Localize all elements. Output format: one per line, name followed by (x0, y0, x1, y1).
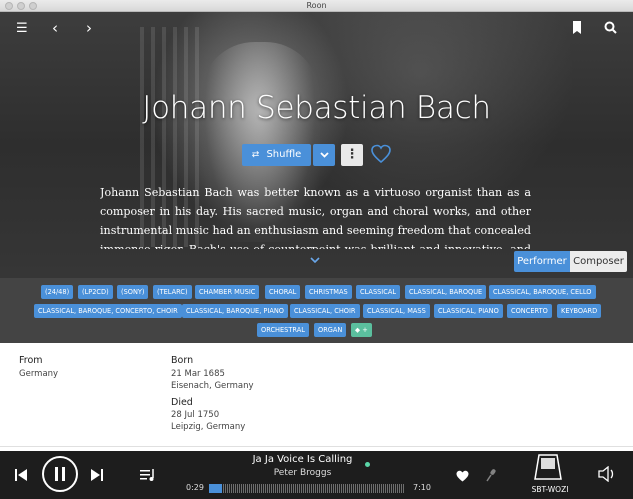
expand-bio-chevron-icon[interactable] (310, 255, 320, 266)
born-date: 21 Mar 1685 (171, 369, 225, 379)
window-titlebar: Roon (0, 0, 633, 12)
born-place: Eisenach, Germany (171, 381, 254, 391)
heart-icon (371, 144, 391, 164)
forward-icon[interactable]: › (86, 20, 92, 36)
born-label: Born (171, 355, 194, 366)
tag[interactable]: CLASSICAL, BAROQUE, PIANO (182, 304, 288, 318)
queue-icon[interactable] (139, 467, 157, 487)
shuffle-options-button[interactable] (313, 144, 335, 166)
search-icon[interactable] (604, 21, 617, 39)
add-tag-label: + (362, 326, 368, 334)
zone-name[interactable]: SBT-WOZI (520, 485, 580, 494)
pause-icon (55, 467, 65, 481)
tag[interactable]: (TELARC) (153, 285, 192, 299)
back-icon[interactable]: ‹ (52, 20, 58, 36)
tag[interactable]: CLASSICAL, BAROQUE, CELLO (489, 285, 596, 299)
tag[interactable]: CLASSICAL, MASS (363, 304, 430, 318)
tag[interactable]: CLASSICAL, CHOIR (290, 304, 360, 318)
genre-tags: (24/48) (LP2CD) (SONY) (TELARC) CHAMBER … (0, 278, 633, 343)
performer-toggle[interactable]: Performer (514, 251, 570, 272)
duration-time: 7:10 (413, 483, 431, 492)
add-tag-button[interactable]: ◆ + (351, 323, 372, 337)
favorite-button[interactable] (370, 143, 392, 167)
shuffle-label: Shuffle (266, 149, 302, 160)
previous-icon[interactable] (14, 467, 28, 486)
volume-icon[interactable] (598, 465, 616, 486)
love-icon[interactable] (456, 467, 469, 486)
tag[interactable]: CONCERTO (507, 304, 552, 318)
radio-icon[interactable] (485, 467, 497, 486)
died-place: Leipzig, Germany (171, 422, 246, 432)
seek-progress (209, 484, 222, 493)
zone-device-icon[interactable] (533, 454, 563, 484)
more-options-button[interactable]: ⋮ (341, 144, 363, 166)
seek-waveform[interactable] (209, 484, 404, 493)
next-icon[interactable] (90, 467, 104, 486)
play-pause-button[interactable] (42, 456, 78, 492)
tag[interactable]: (SONY) (117, 285, 149, 299)
shuffle-icon: ⇄ (251, 150, 260, 160)
window-title: Roon (306, 1, 327, 10)
tag[interactable]: CLASSICAL, BAROQUE (405, 285, 487, 299)
tag[interactable]: (LP2CD) (78, 285, 113, 299)
tag[interactable]: CHORAL (265, 285, 301, 299)
chevron-down-icon (319, 152, 329, 158)
menu-icon[interactable]: ☰ (16, 21, 28, 37)
tag[interactable]: KEYBOARD (557, 304, 602, 318)
elapsed-time: 0:29 (186, 483, 204, 492)
bookmark-icon[interactable] (572, 21, 582, 39)
died-label: Died (171, 397, 193, 408)
artist-hero: ☰ ‹ › Johann Sebastian Bach ⇄ Shuffle ⋮ … (0, 12, 633, 343)
tag[interactable]: ORGAN (314, 323, 347, 337)
tag[interactable]: (24/48) (41, 285, 74, 299)
from-value: Germany (19, 369, 59, 379)
from-label: From (19, 355, 43, 366)
now-playing-bar: Ja Ja Voice Is Calling Peter Broggs 0:29… (0, 451, 633, 499)
more-icon: ⋮ (345, 147, 359, 162)
tag-icon: ◆ (355, 326, 361, 334)
shuffle-button[interactable]: ⇄ Shuffle (242, 144, 311, 166)
signal-path-indicator[interactable] (365, 462, 370, 467)
artist-biography: Johann Sebastian Bach was better known a… (100, 186, 531, 249)
artist-name: Johann Sebastian Bach (142, 90, 491, 126)
tag[interactable]: CLASSICAL, BAROQUE, CONCERTO, CHOIR (34, 304, 182, 318)
tag[interactable]: CLASSICAL (356, 285, 401, 299)
tag[interactable]: CHRISTMAS (305, 285, 352, 299)
track-artist[interactable]: Peter Broggs (200, 468, 405, 478)
details-divider (0, 446, 633, 447)
tag[interactable]: CLASSICAL, PIANO (434, 304, 503, 318)
track-title[interactable]: Ja Ja Voice Is Calling (200, 454, 405, 465)
composer-toggle[interactable]: Composer (570, 251, 627, 272)
tag[interactable]: CHAMBER MUSIC (195, 285, 260, 299)
tag[interactable]: ORCHESTRAL (257, 323, 309, 337)
died-date: 28 Jul 1750 (171, 410, 220, 420)
